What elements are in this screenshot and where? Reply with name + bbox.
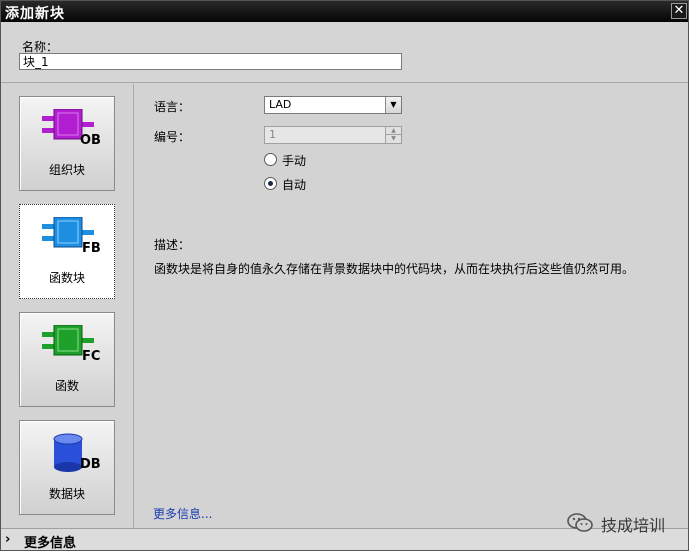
stepper-down-icon[interactable]: ▼ xyxy=(386,135,401,143)
number-stepper[interactable]: 1 ▲ ▼ xyxy=(264,126,402,144)
block-type-fb-button[interactable]: FB 函数块 xyxy=(19,204,115,299)
radio-auto-circle[interactable] xyxy=(264,177,277,190)
chevron-down-icon[interactable]: ▼ xyxy=(385,97,401,113)
block-type-fb-label: 函数块 xyxy=(48,271,85,285)
close-button[interactable]: ✕ xyxy=(671,3,687,19)
dialog-title: 添加新块 xyxy=(5,6,65,22)
more-info-link[interactable]: 更多信息... xyxy=(153,505,212,522)
ob-code: OB xyxy=(80,133,101,148)
watermark-text: 技成培训 xyxy=(601,516,666,535)
title-bar: 添加新块 ✕ xyxy=(1,1,688,22)
radio-auto-label: 自动 xyxy=(282,178,307,192)
name-input[interactable] xyxy=(19,53,402,70)
fc-code: FC xyxy=(82,349,101,364)
block-type-db-label: 数据块 xyxy=(48,487,85,501)
radio-manual-label: 手动 xyxy=(282,154,307,168)
block-type-fc-label: 函数 xyxy=(54,379,79,393)
block-type-ob-label: 组织块 xyxy=(48,163,85,177)
number-value: 1 xyxy=(269,128,276,141)
wechat-icon xyxy=(567,513,593,532)
chevron-right-icon[interactable]: › xyxy=(5,532,10,547)
number-label: 编号： xyxy=(154,130,191,144)
language-select[interactable]: LAD ▼ xyxy=(264,96,402,114)
description-label: 描述： xyxy=(154,238,191,252)
stepper-up-icon[interactable]: ▲ xyxy=(386,127,401,135)
more-info-bar-label: 更多信息 xyxy=(24,536,77,551)
db-code: DB xyxy=(80,457,101,472)
add-new-block-dialog: 添加新块 ✕ 名称： OB 组织块 FB xyxy=(0,0,689,551)
radio-selected-dot xyxy=(268,181,273,186)
block-type-db-button[interactable]: DB 数据块 xyxy=(19,420,115,515)
block-type-fc-button[interactable]: FC 函数 xyxy=(19,312,115,407)
block-type-ob-button[interactable]: OB 组织块 xyxy=(19,96,115,191)
block-settings-panel: 语言： LAD ▼ 编号： 1 ▲ ▼ 手动 自动 描述： 函数块是将自身的值永… xyxy=(135,84,688,528)
description-text: 函数块是将自身的值永久存储在背景数据块中的代码块，从而在块执行后这些值仍然可用。 xyxy=(154,262,635,276)
language-label: 语言： xyxy=(154,100,191,114)
name-area: 名称： xyxy=(1,22,688,83)
fb-code: FB xyxy=(82,241,101,256)
block-type-panel: OB 组织块 FB 函数块 FC 函数 DB 数据块 xyxy=(1,84,134,528)
radio-manual-circle[interactable] xyxy=(264,153,277,166)
language-value: LAD xyxy=(269,98,292,111)
stepper-buttons: ▲ ▼ xyxy=(385,127,401,143)
